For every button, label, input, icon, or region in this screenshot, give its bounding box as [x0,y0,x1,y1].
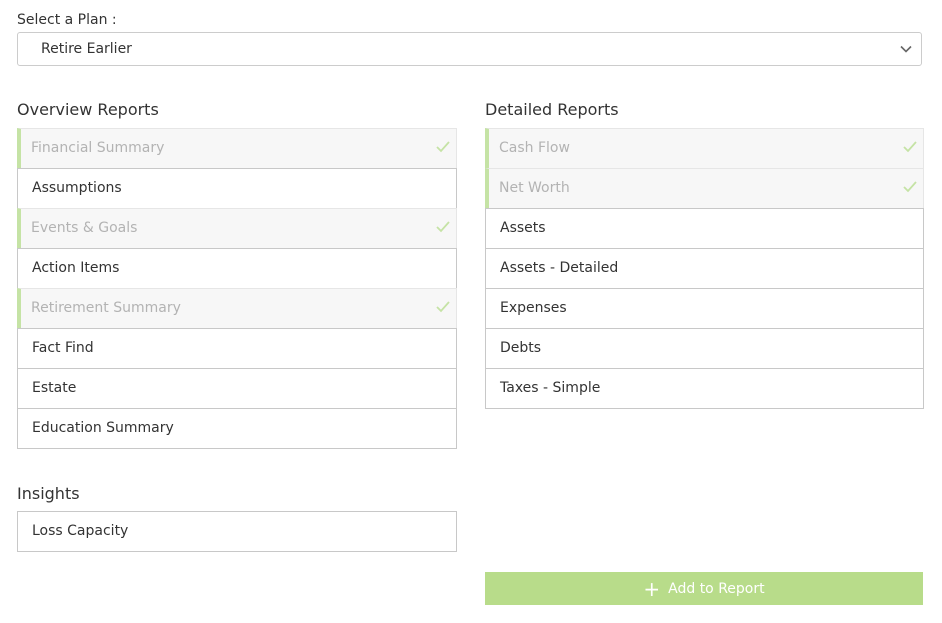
overview-report-item-label: Financial Summary [31,140,165,156]
detailed-report-item[interactable]: Taxes - Simple [485,368,924,409]
chevron-down-icon [900,45,912,53]
overview-report-item[interactable]: Estate [17,368,457,409]
insight-item[interactable]: Loss Capacity [17,511,457,552]
overview-report-item[interactable]: Fact Find [17,328,457,369]
insights-title: Insights [17,484,80,503]
overview-report-item-label: Education Summary [32,420,174,436]
insights-list: Loss Capacity [17,511,457,552]
detailed-report-item-label: Taxes - Simple [500,380,601,396]
overview-report-item[interactable]: Financial Summary [17,128,457,169]
overview-report-item[interactable]: Events & Goals [17,208,457,249]
detailed-report-item-label: Cash Flow [499,140,570,156]
overview-reports-title: Overview Reports [17,100,159,119]
add-to-report-button[interactable]: + Add to Report [485,572,923,605]
overview-report-item-label: Events & Goals [31,220,138,236]
overview-reports-list: Financial Summary Assumptions Events & Goa… [17,128,457,449]
checkmark-icon [436,141,450,153]
detailed-reports-title: Detailed Reports [485,100,619,119]
detailed-report-item-label: Assets [500,220,546,236]
detailed-report-item[interactable]: Assets [485,208,924,249]
checkmark-icon [903,181,917,193]
overview-report-item[interactable]: Action Items [17,248,457,289]
overview-report-item-label: Estate [32,380,77,396]
checkmark-icon [903,141,917,153]
detailed-reports-list: Cash Flow Net Worth Assets Assets - Detaile… [485,128,924,409]
overview-report-item[interactable]: Education Summary [17,408,457,449]
detailed-report-item[interactable]: Debts [485,328,924,369]
overview-report-item[interactable]: Retirement Summary [17,288,457,329]
overview-report-item-label: Retirement Summary [31,300,181,316]
detailed-report-item[interactable]: Assets - Detailed [485,248,924,289]
detailed-report-item-label: Assets - Detailed [500,260,619,276]
detailed-report-item-label: Debts [500,340,542,356]
plan-select[interactable]: Retire Earlier [17,32,922,66]
overview-report-item-label: Action Items [32,260,120,276]
plus-icon: + [643,576,661,601]
detailed-report-item[interactable]: Expenses [485,288,924,329]
add-to-report-label: Add to Report [668,580,765,597]
overview-report-item[interactable]: Assumptions [17,168,457,209]
checkmark-icon [436,301,450,313]
plan-label: Select a Plan : [17,12,117,28]
insight-item-label: Loss Capacity [32,523,129,539]
detailed-report-item-label: Expenses [500,300,567,316]
plan-select-value: Retire Earlier [41,41,132,57]
detailed-report-item[interactable]: Cash Flow [485,128,924,169]
overview-report-item-label: Assumptions [32,180,122,196]
overview-report-item-label: Fact Find [32,340,94,356]
checkmark-icon [436,221,450,233]
detailed-report-item-label: Net Worth [499,180,570,196]
detailed-report-item[interactable]: Net Worth [485,168,924,209]
